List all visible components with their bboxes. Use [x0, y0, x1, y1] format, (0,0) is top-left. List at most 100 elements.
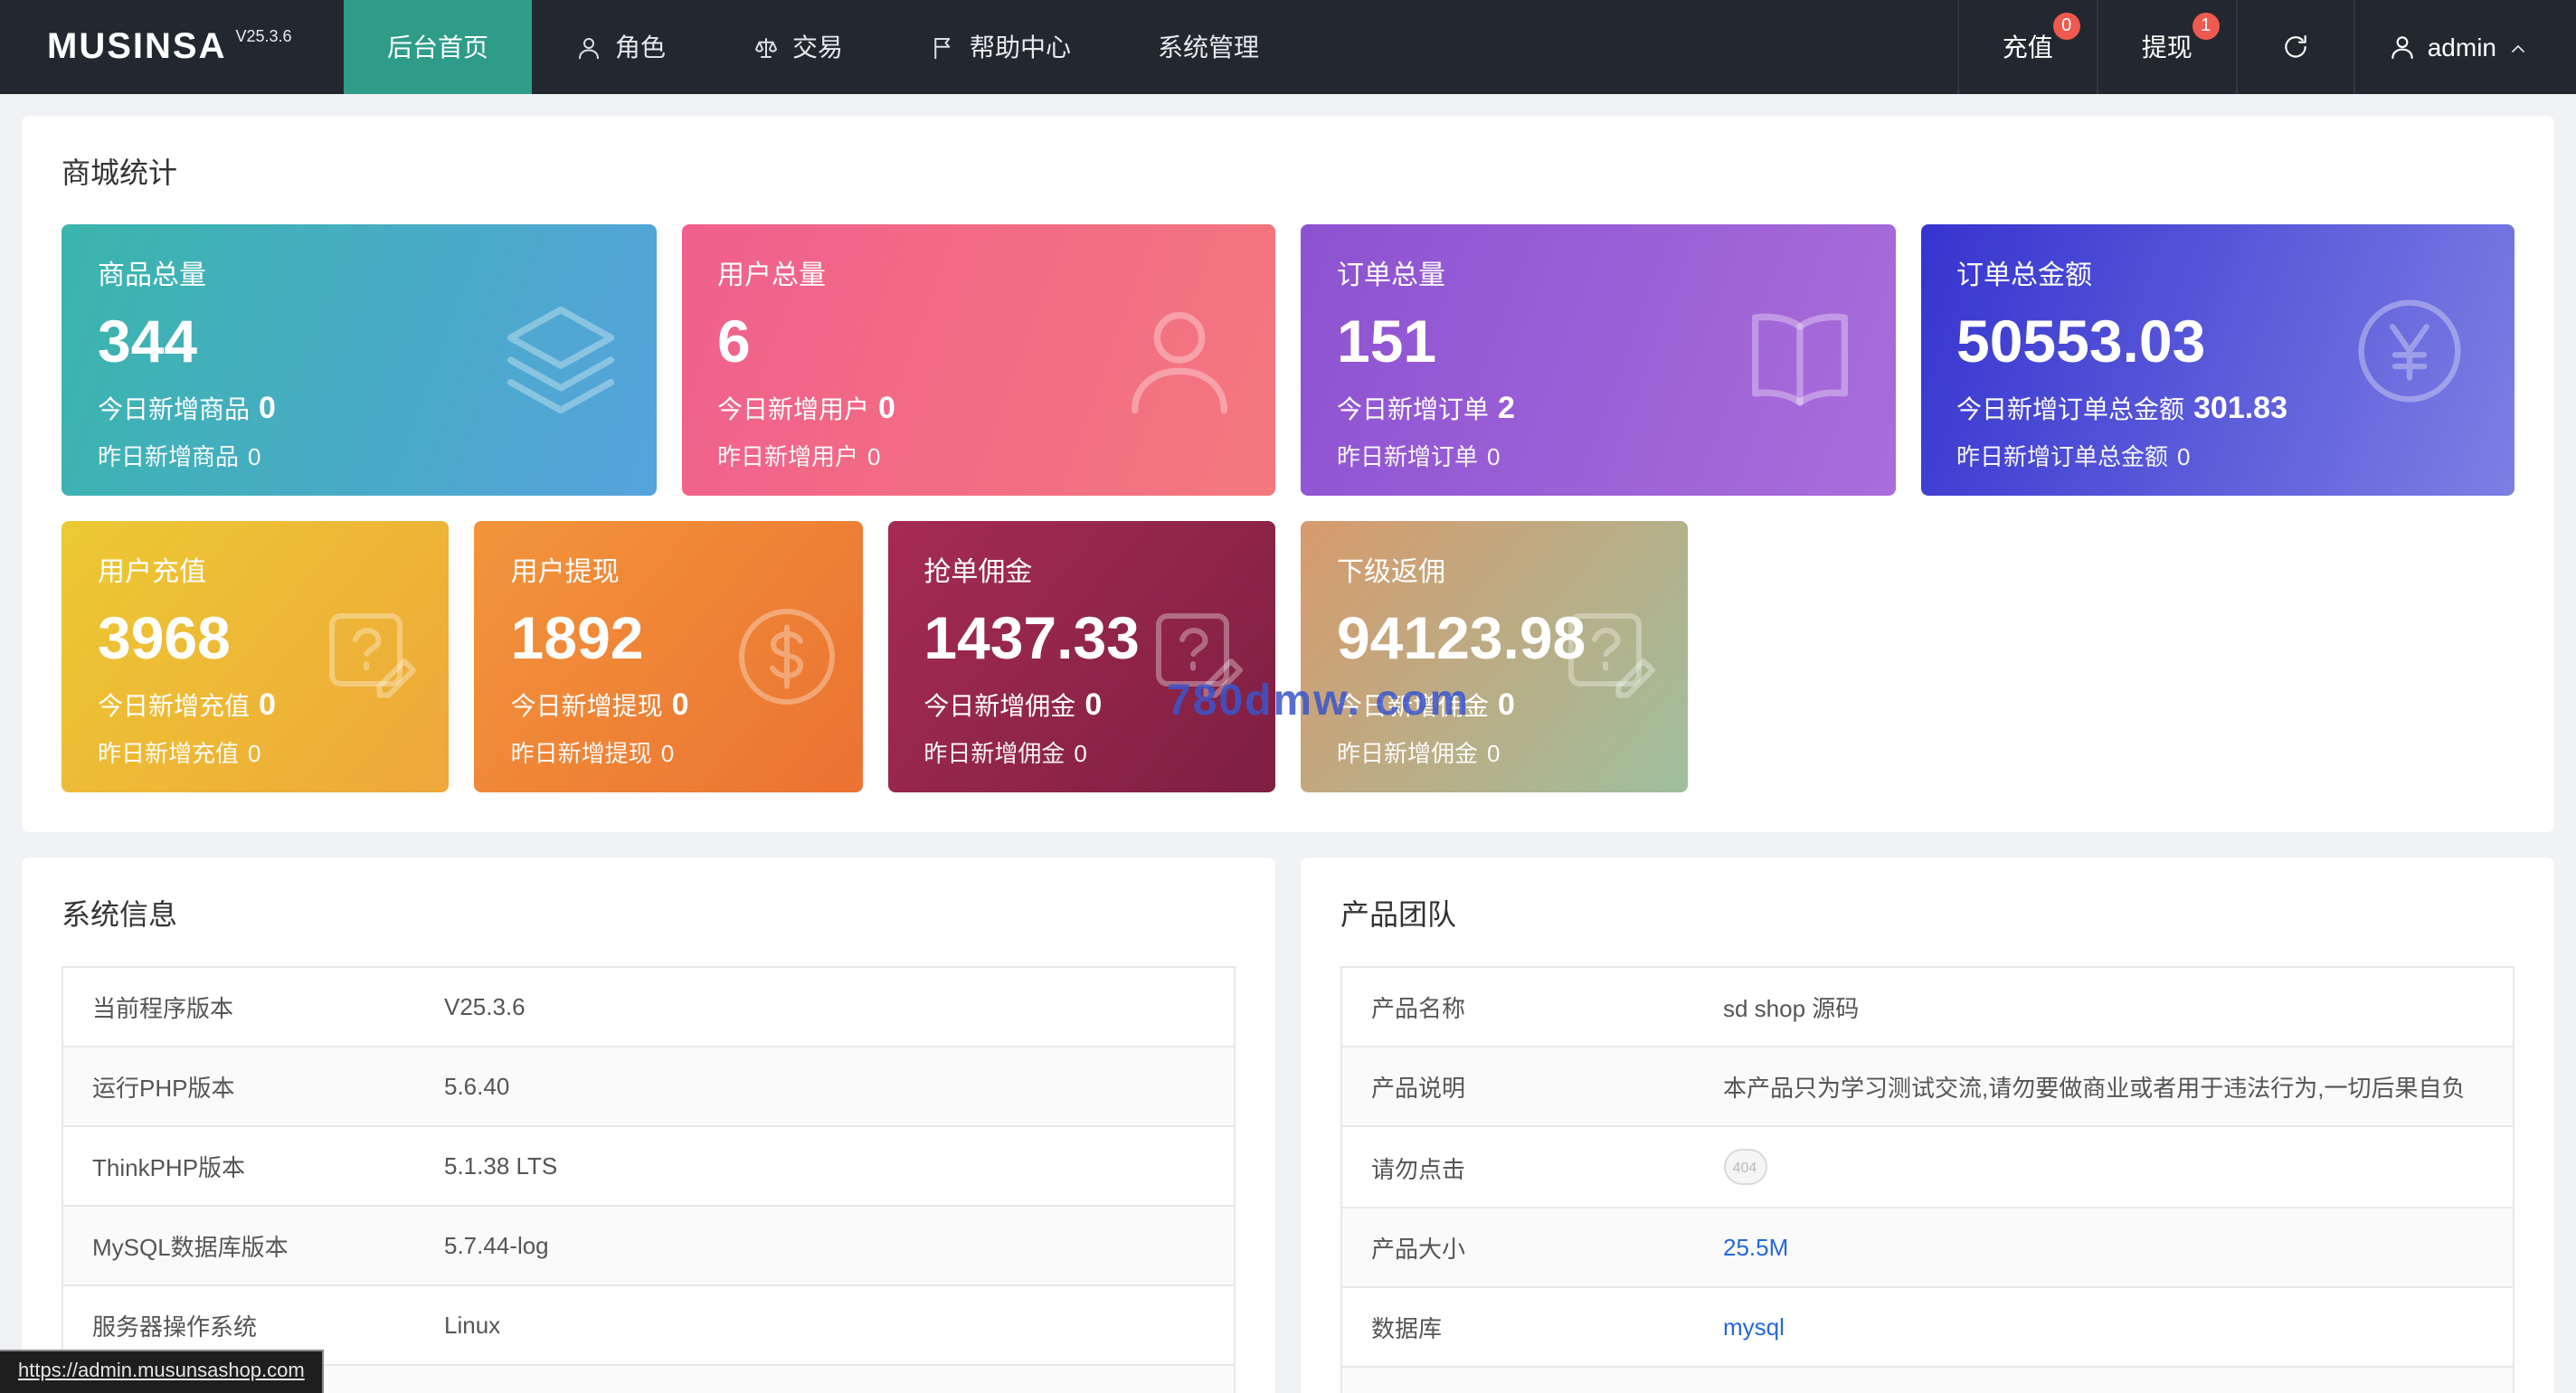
stat-today-label: 今日新增提现 — [511, 692, 663, 721]
refresh-icon — [2281, 33, 2310, 62]
link-preview-status-bar: https://admin.musunsashop.com — [0, 1350, 325, 1393]
stat-yesterday-value: 0 — [1487, 444, 1500, 471]
stat-card-total-products: 商品总量 344 今日新增商品0 昨日新增商品0 — [62, 224, 656, 496]
table-row: 运行PHP版本 5.6.40 — [62, 1047, 1235, 1126]
flag-icon — [930, 33, 957, 61]
stat-today-value: 0 — [1498, 688, 1515, 723]
table-row: 数据库 mysql — [1341, 1287, 2514, 1367]
stat-title: 商品总量 — [98, 255, 620, 293]
broken-image-icon: 404 — [1723, 1149, 1766, 1185]
stat-yesterday-label: 昨日新增用户 — [717, 444, 858, 471]
stat-yesterday-label: 昨日新增商品 — [98, 444, 239, 471]
page: MUSINSA V25.3.6 后台首页 角色 交易 — [0, 0, 2576, 1393]
help-edit-icon — [1558, 602, 1667, 711]
table-row: 当前程序版本 V25.3.6 — [62, 967, 1235, 1047]
stat-today-label: 今日新增商品 — [98, 395, 250, 424]
info-label: 运行PHP版本 — [62, 1047, 415, 1126]
app-logo[interactable]: MUSINSA V25.3.6 — [0, 0, 344, 94]
stat-yesterday-value: 0 — [867, 444, 880, 471]
info-label: 数据库 — [1341, 1287, 1694, 1367]
yen-icon — [2352, 293, 2486, 427]
system-info-table: 当前程序版本 V25.3.6 运行PHP版本 5.6.40 ThinkPHP版本… — [62, 966, 1236, 1393]
stat-today-label: 今日新增用户 — [717, 395, 869, 424]
stat-title: 用户总量 — [717, 255, 1239, 293]
stat-title: 订单总金额 — [1956, 255, 2478, 293]
app-version: V25.3.6 — [235, 27, 291, 45]
database-link[interactable]: mysql — [1723, 1313, 1785, 1341]
recharge-label: 充值 — [2003, 29, 2053, 65]
user-icon — [1113, 293, 1246, 427]
stat-today-value: 301.83 — [2193, 392, 2287, 426]
info-value: 404 — [1694, 1126, 2514, 1208]
stat-today-value: 0 — [259, 392, 276, 426]
person-icon — [2388, 33, 2417, 62]
recharge-button[interactable]: 充值 0 — [1957, 0, 2097, 94]
stat-card-subordinate-rebate: 下级返佣 94123.98 今日新增佣金0 昨日新增佣金0 — [1301, 521, 1689, 792]
stat-title: 抢单佣金 — [923, 552, 1239, 590]
nav-item-system-admin[interactable]: 系统管理 — [1114, 0, 1302, 94]
withdraw-button[interactable]: 提现 1 — [2097, 0, 2236, 94]
nav-item-roles[interactable]: 角色 — [532, 0, 709, 94]
stat-today-value: 0 — [259, 688, 276, 723]
stat-card-total-orders: 订单总量 151 今日新增订单2 昨日新增订单0 — [1301, 224, 1895, 496]
stat-today-label: 今日新增订单总金额 — [1956, 395, 2184, 424]
table-row: MySQL数据库版本 5.7.44-log — [62, 1206, 1235, 1285]
stat-card-user-withdraw: 用户提现 1892 今日新增提现0 昨日新增提现0 — [475, 521, 863, 792]
stat-today-label: 今日新增充值 — [98, 692, 250, 721]
stat-today-value: 0 — [878, 392, 895, 426]
scales-icon — [753, 33, 780, 61]
info-value: fpm-fcgi — [415, 1365, 1235, 1393]
refresh-button[interactable] — [2236, 0, 2353, 94]
bottom-panels: 系统信息 当前程序版本 V25.3.6 运行PHP版本 5.6.40 Think… — [22, 858, 2554, 1393]
help-edit-icon — [319, 602, 428, 711]
info-label: MySQL数据库版本 — [62, 1206, 415, 1285]
stat-today-label: 今日新增佣金 — [1337, 692, 1489, 721]
withdraw-label: 提现 — [2142, 29, 2192, 65]
chevron-up-icon — [2507, 36, 2529, 58]
info-label: 当前程序版本 — [62, 967, 415, 1047]
stat-today-value: 2 — [1498, 392, 1515, 426]
withdraw-count-badge: 1 — [2192, 13, 2220, 40]
mall-statistics-title: 商城统计 — [62, 148, 2514, 192]
info-label: 产品大小 — [1341, 1208, 1694, 1287]
stat-yesterday-label: 昨日新增佣金 — [923, 741, 1065, 768]
info-label: ThinkPHP版本 — [62, 1126, 415, 1206]
nav-item-dashboard[interactable]: 后台首页 — [344, 0, 532, 94]
main-nav: 后台首页 角色 交易 帮助中心 系统管理 — [344, 0, 1302, 94]
dollar-icon — [732, 602, 840, 711]
product-size-link[interactable]: 25.5M — [1723, 1234, 1788, 1261]
stat-title: 订单总量 — [1337, 255, 1859, 293]
stat-card-grab-commission: 抢单佣金 1437.33 今日新增佣金0 昨日新增佣金0 — [887, 521, 1275, 792]
info-value: 5.1.38 LTS — [415, 1126, 1235, 1206]
product-team-panel: 产品团队 产品名称 sd shop 源码 产品说明 本产品只为学习测试交流,请勿… — [1301, 858, 2554, 1393]
nav-item-help-center[interactable]: 帮助中心 — [886, 0, 1114, 94]
stat-card-total-order-amount: 订单总金额 50553.03 今日新增订单总金额301.83 昨日新增订单总金额… — [1920, 224, 2514, 496]
stat-title: 用户充值 — [98, 552, 413, 590]
nav-item-trade[interactable]: 交易 — [709, 0, 886, 94]
stat-card-user-recharge: 用户充值 3968 今日新增充值0 昨日新增充值0 — [62, 521, 450, 792]
info-label: 请勿点击 — [1341, 1126, 1694, 1208]
stat-card-total-users: 用户总量 6 今日新增用户0 昨日新增用户0 — [681, 224, 1275, 496]
table-row: 产品说明 本产品只为学习测试交流,请勿要做商业或者用于违法行为,一切后果自负 — [1341, 1047, 2514, 1126]
nav-item-label: 帮助中心 — [970, 29, 1071, 65]
info-value: Linux — [415, 1285, 1235, 1365]
stat-yesterday-value: 0 — [248, 741, 260, 768]
stat-today-label: 今日新增佣金 — [923, 692, 1075, 721]
stat-yesterday-value: 0 — [661, 741, 674, 768]
help-edit-icon — [1145, 602, 1254, 711]
stat-yesterday-value: 0 — [248, 444, 260, 471]
user-menu[interactable]: admin — [2353, 0, 2576, 94]
nav-item-label: 后台首页 — [387, 29, 488, 65]
stat-yesterday-label: 昨日新增订单总金额 — [1956, 444, 2168, 471]
nav-item-label: 交易 — [792, 29, 843, 65]
system-info-panel: 系统信息 当前程序版本 V25.3.6 运行PHP版本 5.6.40 Think… — [22, 858, 1275, 1393]
table-row: 产品名称 sd shop 源码 — [1341, 967, 2514, 1047]
system-info-title: 系统信息 — [62, 890, 1236, 933]
info-label: 产品名称 — [1341, 967, 1694, 1047]
top-navbar: MUSINSA V25.3.6 后台首页 角色 交易 — [0, 0, 2576, 94]
product-team-title: 产品团队 — [1340, 890, 2514, 933]
info-value: V25.3.6 — [1694, 1367, 2514, 1393]
info-label: 产品说明 — [1341, 1047, 1694, 1126]
username: admin — [2428, 33, 2496, 62]
stat-today-value: 0 — [672, 688, 689, 723]
